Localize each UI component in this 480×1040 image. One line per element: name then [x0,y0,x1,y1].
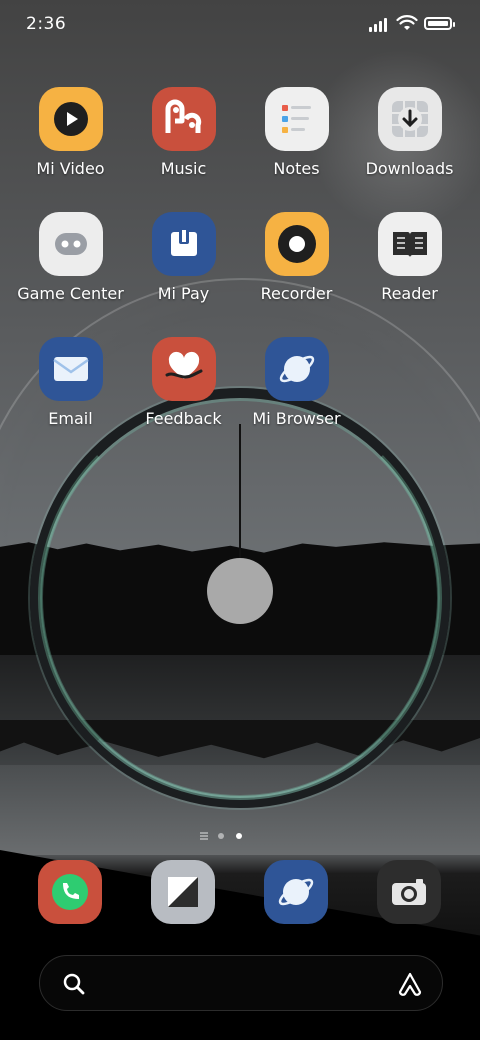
app-downloads[interactable]: Downloads [353,87,466,178]
mi-browser-icon[interactable] [264,860,328,924]
app-mi-video[interactable]: Mi Video [14,87,127,178]
app-label: Recorder [260,284,333,303]
app-mi-pay[interactable]: Mi Pay [127,212,240,303]
search-bar[interactable] [39,955,443,1011]
app-game-center[interactable]: Game Center [14,212,127,303]
recorder-icon [264,212,329,276]
phone-icon[interactable] [38,860,102,924]
app-notes[interactable]: Notes [240,87,353,178]
page-list-icon [200,832,208,840]
app-label: Game Center [17,284,124,303]
app-recorder[interactable]: Recorder [240,212,353,303]
app-label: Email [48,409,93,428]
email-icon [38,337,103,401]
feedback-icon [151,337,216,401]
app-label: Notes [273,159,320,178]
battery-icon [424,17,455,30]
signal-icon [369,16,391,32]
downloads-icon [377,87,442,151]
app-label: Reader [381,284,438,303]
page-dot-1 [218,833,224,839]
dock [0,860,480,930]
wifi-icon [396,15,418,30]
status-time: 2:36 [26,14,67,34]
app-feedback[interactable]: Feedback [127,337,240,428]
notes-icon [264,87,329,151]
camera-icon[interactable] [377,860,441,924]
app-email[interactable]: Email [14,337,127,428]
mi-video-icon [38,87,103,151]
status-bar: 2:36 [0,0,480,52]
mi-pay-icon [151,212,216,276]
app-label: Mi Browser [252,409,341,428]
app-reader[interactable]: Reader [353,212,466,303]
assistant-icon[interactable] [396,970,424,998]
search-icon[interactable] [62,972,86,996]
page-dot-2 [236,833,242,839]
file-manager-icon[interactable] [151,860,215,924]
app-label: Downloads [365,159,454,178]
app-music[interactable]: Music [127,87,240,178]
app-label: Mi Video [36,159,105,178]
game-center-icon [38,212,103,276]
app-label: Mi Pay [157,284,210,303]
app-label: Feedback [145,409,222,428]
music-icon [151,87,216,151]
page-indicator[interactable] [198,830,288,842]
reader-icon [377,212,442,276]
wallpaper-knob [207,558,273,624]
app-label: Music [160,159,207,178]
mi-browser-icon [264,337,329,401]
app-mi-browser[interactable]: Mi Browser [240,337,353,428]
